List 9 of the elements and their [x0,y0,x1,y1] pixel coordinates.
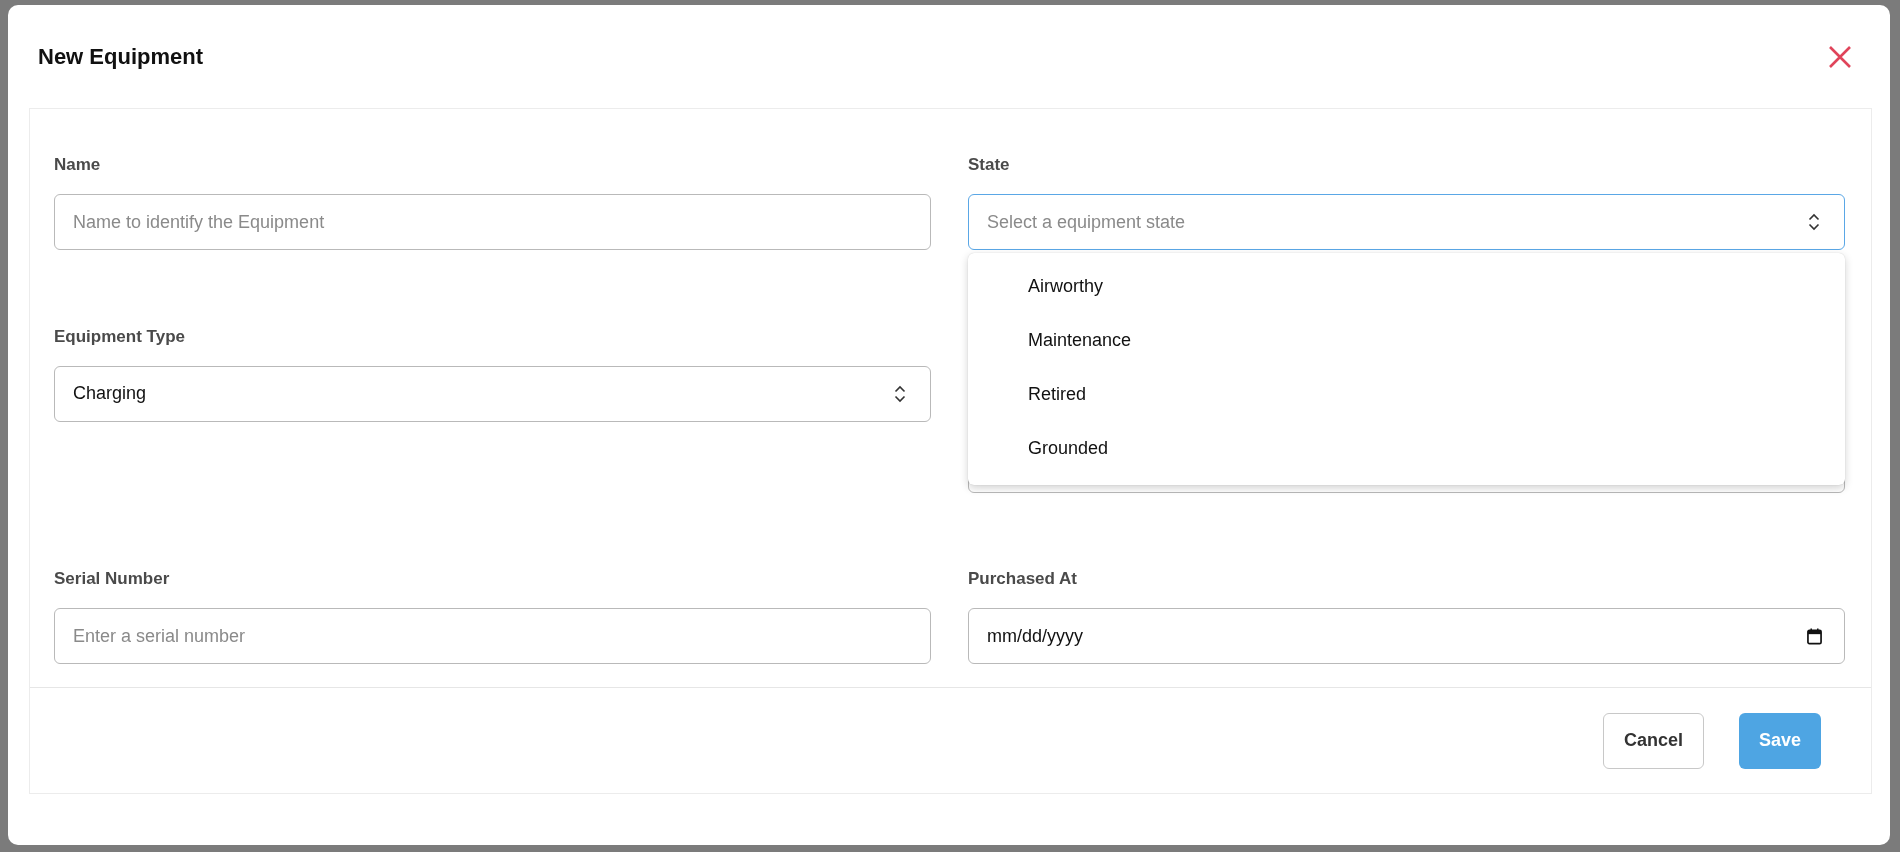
dialog-title: New Equipment [38,43,203,70]
select-placeholder: Select a equipment state [987,211,1186,233]
field-label: Serial Number [54,569,171,590]
field-label: State [968,155,1011,175]
field-label: Name [54,155,102,175]
field-label: Equipment Type [54,326,186,347]
field-label: Purchased At [968,569,1078,590]
date-value: mm/dd/yyyy [987,625,1083,647]
select-value: Charging [73,383,147,405]
